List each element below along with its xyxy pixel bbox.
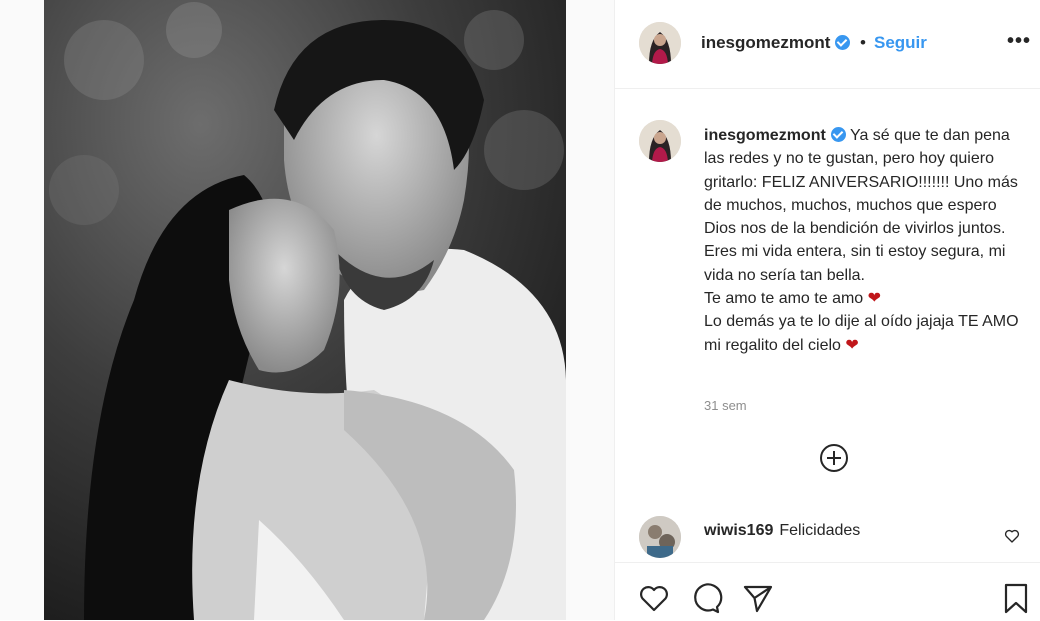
separator-dot: •	[860, 33, 866, 52]
heart-outline-icon[interactable]	[637, 581, 671, 615]
paper-plane-icon[interactable]	[741, 581, 775, 615]
caption-paragraph-2: Eres mi vida entera, sin ti estoy segura…	[704, 243, 1006, 284]
caption-paragraph-3: Te amo te amo te amo ❤	[704, 287, 1029, 310]
caption-text-3: Te amo te amo te amo	[704, 290, 864, 308]
commenter-avatar[interactable]	[639, 516, 681, 558]
author-avatar[interactable]	[639, 22, 681, 64]
post-timestamp[interactable]: 31 sem	[704, 398, 747, 413]
avatar-photo-icon	[639, 516, 681, 558]
action-bar	[615, 562, 1040, 621]
caption-author-avatar[interactable]	[639, 120, 681, 162]
comment-bubble-icon[interactable]	[689, 581, 723, 615]
author-username-text: inesgomezmont	[701, 33, 831, 52]
verified-badge-icon	[830, 127, 846, 142]
caption-paragraph-1: inesgomezmont Ya sé que te dan pena las …	[704, 124, 1029, 240]
avatar-portrait-icon	[639, 22, 681, 64]
comment-text: Felicidades	[779, 522, 861, 539]
heart-emoji-icon: ❤	[845, 336, 859, 354]
heart-outline-icon[interactable]	[1003, 527, 1021, 545]
verified-badge-icon	[835, 35, 851, 50]
post-side-panel: inesgomezmont • Seguir ••• inesgomezmont…	[614, 0, 1040, 620]
avatar-portrait-icon	[639, 120, 681, 162]
author-username[interactable]: inesgomezmont	[701, 33, 851, 53]
caption-author-username[interactable]: inesgomezmont	[704, 127, 846, 144]
commenter-username[interactable]: wiwis169	[704, 522, 773, 539]
right-margin	[566, 0, 614, 620]
bookmark-icon[interactable]	[999, 581, 1033, 615]
follow-button[interactable]: Seguir	[874, 33, 927, 53]
comment-row: wiwis169 Felicidades	[704, 522, 860, 540]
post-photo[interactable]	[44, 0, 566, 620]
plus-circle-icon[interactable]	[820, 444, 848, 472]
left-margin	[0, 0, 44, 620]
heart-emoji-icon: ❤	[867, 290, 882, 308]
caption-author-username-text: inesgomezmont	[704, 127, 826, 144]
instagram-post-page: inesgomezmont • Seguir ••• inesgomezmont…	[0, 0, 1040, 620]
caption-text-4: Lo demás ya te lo dije al oído jajaja TE…	[704, 313, 1019, 354]
caption-paragraph-4: Lo demás ya te lo dije al oído jajaja TE…	[704, 310, 1029, 357]
more-options-icon[interactable]: •••	[1007, 30, 1031, 53]
post-caption: inesgomezmont Ya sé que te dan pena las …	[704, 124, 1029, 357]
post-header: inesgomezmont • Seguir •••	[615, 0, 1040, 89]
couple-photo-image	[44, 0, 566, 620]
